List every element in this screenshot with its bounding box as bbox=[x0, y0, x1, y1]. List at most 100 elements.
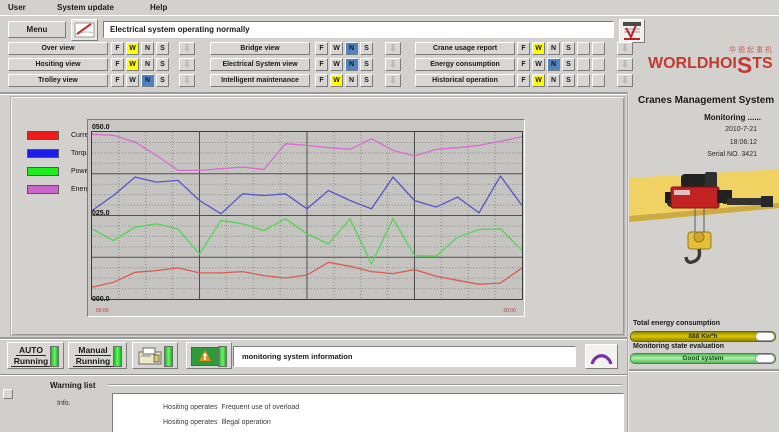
toggle-f-historical-operation[interactable]: F bbox=[517, 74, 530, 87]
toggle-w-electrical-system-view[interactable]: W bbox=[330, 58, 343, 71]
down-arrow-button-energy-consumption[interactable]: ⇩ bbox=[617, 58, 633, 71]
toggle-n-intelligent-maintenance[interactable]: N bbox=[345, 74, 358, 87]
divider bbox=[629, 369, 779, 372]
toggle-f-hositing-view[interactable]: F bbox=[111, 58, 124, 71]
ytick-0: 000.0 bbox=[92, 296, 110, 303]
brand-chinese-text: 华德起重机 bbox=[648, 45, 776, 55]
toggle-n-over-view[interactable]: N bbox=[141, 42, 154, 55]
toggle-w-energy-consumption[interactable]: W bbox=[532, 58, 545, 71]
divider bbox=[0, 92, 628, 95]
toggle-s-crane-usage-report[interactable]: S bbox=[562, 42, 575, 55]
hoist-photo bbox=[629, 166, 779, 306]
view-button-trolley-view[interactable]: Trolley view bbox=[8, 74, 108, 87]
toggle-s-hositing-view[interactable]: S bbox=[156, 58, 169, 71]
alarm-status-led bbox=[218, 346, 227, 367]
toggle-n-electrical-system-view[interactable]: N bbox=[345, 58, 358, 71]
manual-running-label: Running bbox=[73, 356, 113, 367]
x-start-label: 00:00 bbox=[96, 308, 109, 314]
warning-list[interactable]: Hositing operates Frequent use of overlo… bbox=[112, 393, 624, 432]
toggle-blank[interactable] bbox=[592, 74, 605, 87]
energy-consumption-gauge: 888 Kw*h bbox=[630, 331, 776, 342]
toggle-w-over-view[interactable]: W bbox=[126, 42, 139, 55]
toggle-f-electrical-system-view[interactable]: F bbox=[315, 58, 328, 71]
toggle-w-hositing-view[interactable]: W bbox=[126, 58, 139, 71]
warning-panel-handle[interactable] bbox=[3, 389, 13, 399]
toggle-w-trolley-view[interactable]: W bbox=[126, 74, 139, 87]
toggle-f-trolley-view[interactable]: F bbox=[111, 74, 124, 87]
print-status-led bbox=[164, 346, 173, 367]
toggle-f-crane-usage-report[interactable]: F bbox=[517, 42, 530, 55]
toggle-s-trolley-view[interactable]: S bbox=[156, 74, 169, 87]
state-evaluation-gauge: Good system bbox=[630, 353, 776, 364]
down-arrow-button-crane-usage-report[interactable]: ⇩ bbox=[617, 42, 633, 55]
view-button-energy-consumption[interactable]: Energy consumption bbox=[415, 58, 515, 71]
toggle-f-intelligent-maintenance[interactable]: F bbox=[315, 74, 328, 87]
down-arrow-button-electrical-system-view[interactable]: ⇩ bbox=[385, 58, 401, 71]
toggle-f-energy-consumption[interactable]: F bbox=[517, 58, 530, 71]
toggle-f-bridge-view[interactable]: F bbox=[315, 42, 328, 55]
serial-label: Serial NO. 3421 bbox=[707, 151, 757, 158]
toggle-blank[interactable] bbox=[577, 58, 590, 71]
toggle-s-intelligent-maintenance[interactable]: S bbox=[360, 74, 373, 87]
chart-area: 050.0 025.0 000.0 00:00 00:00 bbox=[87, 119, 525, 317]
x-end-label: 00:00 bbox=[503, 308, 516, 314]
toggle-n-hositing-view[interactable]: N bbox=[141, 58, 154, 71]
toggle-blank[interactable] bbox=[592, 42, 605, 55]
down-arrow-button-hositing-view[interactable]: ⇩ bbox=[179, 58, 195, 71]
date-label: 2010-7-21 bbox=[725, 126, 757, 133]
toggle-blank[interactable] bbox=[592, 58, 605, 71]
divider bbox=[0, 337, 628, 340]
down-arrow-button-trolley-view[interactable]: ⇩ bbox=[179, 74, 195, 87]
right-panel-title: Cranes Management System bbox=[638, 95, 774, 106]
toggle-s-electrical-system-view[interactable]: S bbox=[360, 58, 373, 71]
manual-running-button[interactable]: Manual Running bbox=[68, 342, 127, 369]
printer-icon bbox=[138, 347, 164, 367]
down-arrow-button-historical-operation[interactable]: ⇩ bbox=[617, 74, 633, 87]
down-arrow-button-intelligent-maintenance[interactable]: ⇩ bbox=[385, 74, 401, 87]
legend-swatch-current bbox=[27, 131, 59, 140]
view-button-over-view[interactable]: Over view bbox=[8, 42, 108, 55]
toggle-w-intelligent-maintenance[interactable]: W bbox=[330, 74, 343, 87]
warning-info-label: Info. bbox=[57, 400, 71, 407]
time-label: 18:06:12 bbox=[730, 139, 757, 146]
toggle-s-bridge-view[interactable]: S bbox=[360, 42, 373, 55]
toggle-w-historical-operation[interactable]: W bbox=[532, 74, 545, 87]
toggle-n-energy-consumption[interactable]: N bbox=[547, 58, 560, 71]
manual-status-led bbox=[113, 346, 122, 367]
toggle-blank[interactable] bbox=[577, 42, 590, 55]
view-button-historical-operation[interactable]: Historical operation bbox=[415, 74, 515, 87]
toggle-f-over-view[interactable]: F bbox=[111, 42, 124, 55]
toggle-w-bridge-view[interactable]: W bbox=[330, 42, 343, 55]
down-arrow-button-bridge-view[interactable]: ⇩ bbox=[385, 42, 401, 55]
toggle-blank[interactable] bbox=[577, 74, 590, 87]
view-button-crane-usage-report[interactable]: Crane usage report bbox=[415, 42, 515, 55]
auto-running-button[interactable]: AUTO Running bbox=[7, 342, 64, 369]
view-button-intelligent-maintenance[interactable]: Intelligent maintenance bbox=[210, 74, 310, 87]
toggle-s-historical-operation[interactable]: S bbox=[562, 74, 575, 87]
state-evaluation-value: Good system bbox=[682, 355, 723, 362]
toggle-w-crane-usage-report[interactable]: W bbox=[532, 42, 545, 55]
gauge-cap bbox=[755, 332, 775, 341]
toggle-n-historical-operation[interactable]: N bbox=[547, 74, 560, 87]
monitoring-info-field[interactable]: monitoring system information bbox=[233, 346, 576, 367]
warning-item[interactable]: Hositing operates Illegal operation bbox=[163, 415, 623, 430]
toggle-n-crane-usage-report[interactable]: N bbox=[547, 42, 560, 55]
toggle-s-over-view[interactable]: S bbox=[156, 42, 169, 55]
chart-legend: CurrentTorquePowerEnergy bbox=[27, 131, 94, 203]
toggle-n-trolley-view[interactable]: N bbox=[141, 74, 154, 87]
legend-item-power: Power bbox=[27, 167, 94, 176]
toggle-s-energy-consumption[interactable]: S bbox=[562, 58, 575, 71]
auto-status-led bbox=[50, 346, 59, 367]
toggle-n-bridge-view[interactable]: N bbox=[345, 42, 358, 55]
gauge-button[interactable] bbox=[585, 344, 618, 369]
alarm-button[interactable] bbox=[186, 342, 232, 369]
view-button-bridge-view[interactable]: Bridge view bbox=[210, 42, 310, 55]
print-button[interactable] bbox=[132, 342, 178, 369]
legend-swatch-energy bbox=[27, 185, 59, 194]
warning-item[interactable]: Hositing operates Frequent use of overlo… bbox=[163, 400, 623, 415]
view-button-hositing-view[interactable]: Hositing view bbox=[8, 58, 108, 71]
alarm-icon bbox=[191, 347, 219, 366]
view-button-electrical-system-view[interactable]: Electrical System view bbox=[210, 58, 310, 71]
manual-label: Manual bbox=[75, 345, 110, 356]
down-arrow-button-over-view[interactable]: ⇩ bbox=[179, 42, 195, 55]
